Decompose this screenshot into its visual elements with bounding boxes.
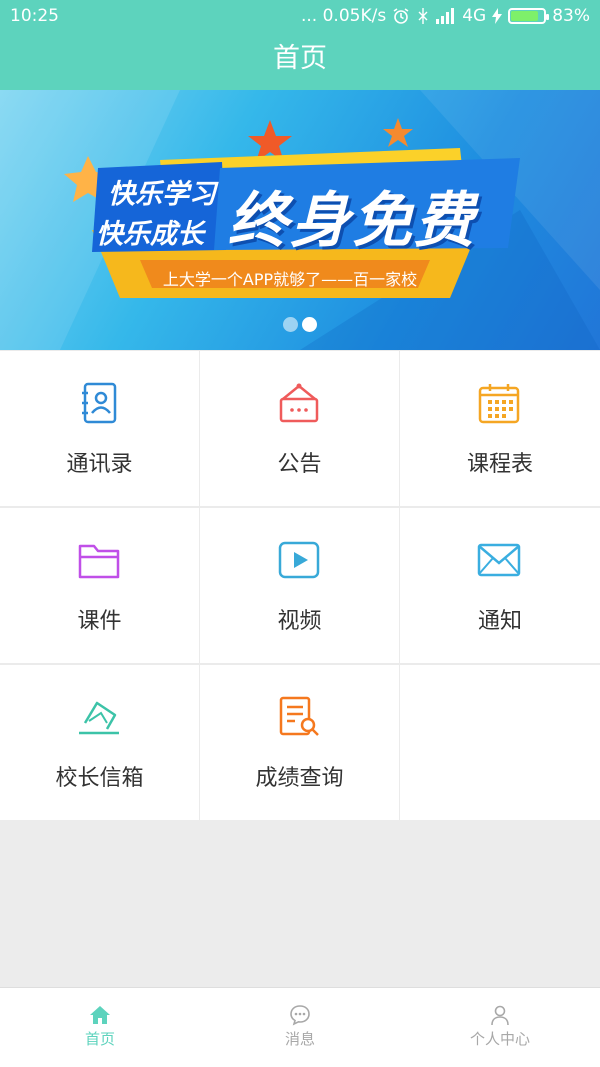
signal-icon	[436, 8, 455, 24]
grid-item-label: 通知	[477, 609, 522, 634]
vibrate-icon	[418, 8, 428, 24]
folder-icon	[78, 544, 120, 579]
grid-item-label: 课件	[77, 609, 122, 634]
banner-ribbon-text: 上大学一个APP就够了——百一家校	[162, 270, 418, 289]
charging-icon	[492, 8, 503, 24]
page-title: 首页	[273, 43, 327, 74]
grid-item-video[interactable]: 视频	[200, 508, 399, 663]
network-speed: ... 0.05K/s	[301, 6, 387, 26]
video-play-icon	[278, 541, 320, 579]
star-icon	[383, 118, 413, 147]
tab-messages[interactable]: 消息	[200, 988, 400, 1067]
grid-item-principal-mailbox[interactable]: 校长信箱	[0, 665, 199, 820]
tab-label: 个人中心	[469, 1030, 530, 1048]
promo-banner[interactable]: 快乐学习 快乐成长 终身免费 上大学一个APP就够了——百一家校	[0, 90, 600, 350]
banner-headline: 终身免费	[228, 186, 476, 256]
grid-item-courseware[interactable]: 课件	[0, 508, 199, 663]
grid-item-contacts[interactable]: 通讯录	[0, 351, 199, 506]
home-icon	[90, 1006, 110, 1024]
grid-item-label: 课程表	[466, 452, 533, 477]
grid-item-label: 视频	[277, 609, 322, 634]
network-type: 4G	[462, 6, 487, 26]
top-bar: 10:25 ... 0.05K/s 4G 83% 首页	[0, 0, 600, 90]
banner-tag-line1: 快乐学习	[108, 179, 216, 210]
grid-item-schedule[interactable]: 课程表	[400, 351, 600, 506]
grid-item-label: 校长信箱	[55, 766, 144, 791]
tab-profile[interactable]: 个人中心	[400, 988, 600, 1067]
status-right: ... 0.05K/s 4G 83%	[301, 6, 590, 26]
grid-item-label: 成绩查询	[255, 766, 344, 791]
grid-item-score-query[interactable]: 成绩查询	[200, 665, 399, 820]
mailbox-icon	[79, 701, 119, 735]
feature-grid: 通讯录 公告 课程表 课件 视频 通知 校长信箱 成绩查询	[0, 350, 600, 820]
contacts-icon	[82, 382, 117, 424]
grid-item-label: 公告	[277, 452, 322, 477]
carousel-dot-2[interactable]	[302, 317, 317, 332]
calendar-icon	[478, 384, 520, 424]
envelope-icon	[477, 543, 521, 577]
alarm-icon	[393, 8, 409, 24]
score-search-icon	[279, 696, 319, 736]
announcement-icon	[279, 383, 319, 423]
grid-item-label: 通讯录	[66, 452, 133, 477]
person-icon	[491, 1005, 509, 1026]
status-time: 10:25	[10, 6, 59, 26]
carousel-dot-1[interactable]	[283, 317, 298, 332]
grid-item-empty	[400, 665, 600, 820]
bottom-tab-bar: 首页 消息 个人中心	[0, 987, 600, 1067]
tab-home[interactable]: 首页	[0, 988, 200, 1067]
battery-percent: 83%	[552, 6, 590, 26]
grid-item-announcement[interactable]: 公告	[200, 351, 399, 506]
message-icon	[290, 1005, 310, 1026]
grid-item-notice[interactable]: 通知	[400, 508, 600, 663]
tab-label: 首页	[84, 1030, 115, 1048]
status-bar: 10:25 ... 0.05K/s 4G 83%	[0, 0, 600, 34]
tab-label: 消息	[284, 1030, 315, 1048]
banner-tag-line2: 快乐成长	[96, 219, 204, 250]
battery-icon	[508, 8, 550, 24]
